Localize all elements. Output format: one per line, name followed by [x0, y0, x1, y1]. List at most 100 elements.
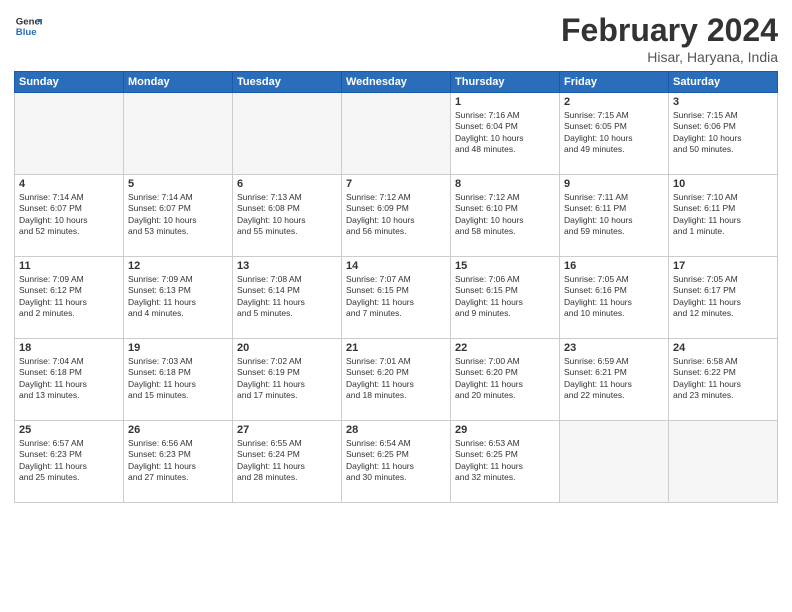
day-cell: 17 Sunrise: 7:05 AM Sunset: 6:17 PM Dayli…	[669, 257, 778, 339]
day-info: Sunrise: 7:09 AM Sunset: 6:13 PM Dayligh…	[128, 274, 228, 320]
day-cell	[233, 93, 342, 175]
day-info: Sunrise: 6:53 AM Sunset: 6:25 PM Dayligh…	[455, 438, 555, 484]
day-cell: 23 Sunrise: 6:59 AM Sunset: 6:21 PM Dayli…	[560, 339, 669, 421]
col-sunday: Sunday	[15, 72, 124, 93]
day-number: 23	[564, 342, 664, 354]
calendar-table: Sunday Monday Tuesday Wednesday Thursday…	[14, 71, 778, 503]
day-cell: 13 Sunrise: 7:08 AM Sunset: 6:14 PM Dayli…	[233, 257, 342, 339]
day-cell: 5 Sunrise: 7:14 AM Sunset: 6:07 PM Daylig…	[124, 175, 233, 257]
day-cell: 27 Sunrise: 6:55 AM Sunset: 6:24 PM Dayli…	[233, 421, 342, 503]
col-monday: Monday	[124, 72, 233, 93]
day-number: 27	[237, 424, 337, 436]
week-row-3: 11 Sunrise: 7:09 AM Sunset: 6:12 PM Dayli…	[15, 257, 778, 339]
day-number: 22	[455, 342, 555, 354]
day-cell: 20Sunrise: 7:02 AM Sunset: 6:19 PM Dayli…	[233, 339, 342, 421]
day-cell: 8 Sunrise: 7:12 AM Sunset: 6:10 PM Daylig…	[451, 175, 560, 257]
day-cell: 10 Sunrise: 7:10 AM Sunset: 6:11 PM Dayli…	[669, 175, 778, 257]
day-cell: 18 Sunrise: 7:04 AM Sunset: 6:18 PM Dayli…	[15, 339, 124, 421]
day-info: Sunrise: 7:11 AM Sunset: 6:11 PM Dayligh…	[564, 192, 664, 238]
col-wednesday: Wednesday	[342, 72, 451, 93]
day-cell	[124, 93, 233, 175]
day-number: 14	[346, 260, 446, 272]
logo-icon: General Blue	[14, 12, 42, 40]
day-number: 10	[673, 178, 773, 190]
day-cell: 28 Sunrise: 6:54 AM Sunset: 6:25 PM Dayli…	[342, 421, 451, 503]
week-row-4: 18 Sunrise: 7:04 AM Sunset: 6:18 PM Dayli…	[15, 339, 778, 421]
day-number: 26	[128, 424, 228, 436]
day-number: 7	[346, 178, 446, 190]
day-info: Sunrise: 7:07 AM Sunset: 6:15 PM Dayligh…	[346, 274, 446, 320]
day-cell: 9Sunrise: 7:11 AM Sunset: 6:11 PM Daylig…	[560, 175, 669, 257]
day-info: Sunrise: 7:14 AM Sunset: 6:07 PM Dayligh…	[128, 192, 228, 238]
day-number: 1	[455, 96, 555, 108]
day-cell: 22Sunrise: 7:00 AM Sunset: 6:20 PM Dayli…	[451, 339, 560, 421]
day-info: Sunrise: 7:06 AM Sunset: 6:15 PM Dayligh…	[455, 274, 555, 320]
day-cell	[15, 93, 124, 175]
day-info: Sunrise: 7:13 AM Sunset: 6:08 PM Dayligh…	[237, 192, 337, 238]
logo: General Blue	[14, 12, 42, 40]
day-info: Sunrise: 7:09 AM Sunset: 6:12 PM Dayligh…	[19, 274, 119, 320]
day-cell: 12Sunrise: 7:09 AM Sunset: 6:13 PM Dayli…	[124, 257, 233, 339]
col-tuesday: Tuesday	[233, 72, 342, 93]
day-number: 28	[346, 424, 446, 436]
day-number: 6	[237, 178, 337, 190]
svg-text:General: General	[16, 16, 42, 27]
day-info: Sunrise: 6:59 AM Sunset: 6:21 PM Dayligh…	[564, 356, 664, 402]
day-cell	[560, 421, 669, 503]
day-cell	[342, 93, 451, 175]
day-number: 15	[455, 260, 555, 272]
day-cell: 11 Sunrise: 7:09 AM Sunset: 6:12 PM Dayli…	[15, 257, 124, 339]
day-cell: 2 Sunrise: 7:15 AM Sunset: 6:05 PM Daylig…	[560, 93, 669, 175]
day-number: 21	[346, 342, 446, 354]
day-number: 8	[455, 178, 555, 190]
day-cell: 15 Sunrise: 7:06 AM Sunset: 6:15 PM Dayli…	[451, 257, 560, 339]
calendar-page: General Blue February 2024 Hisar, Haryan…	[0, 0, 792, 612]
day-number: 18	[19, 342, 119, 354]
day-info: Sunrise: 6:54 AM Sunset: 6:25 PM Dayligh…	[346, 438, 446, 484]
day-cell: 29 Sunrise: 6:53 AM Sunset: 6:25 PM Dayli…	[451, 421, 560, 503]
day-info: Sunrise: 7:05 AM Sunset: 6:17 PM Dayligh…	[673, 274, 773, 320]
day-number: 13	[237, 260, 337, 272]
day-number: 25	[19, 424, 119, 436]
day-number: 5	[128, 178, 228, 190]
week-row-2: 4Sunrise: 7:14 AM Sunset: 6:07 PM Daylig…	[15, 175, 778, 257]
day-cell: 6 Sunrise: 7:13 AM Sunset: 6:08 PM Daylig…	[233, 175, 342, 257]
day-number: 29	[455, 424, 555, 436]
day-cell: 7 Sunrise: 7:12 AM Sunset: 6:09 PM Daylig…	[342, 175, 451, 257]
day-cell: 4Sunrise: 7:14 AM Sunset: 6:07 PM Daylig…	[15, 175, 124, 257]
day-number: 16	[564, 260, 664, 272]
col-saturday: Saturday	[669, 72, 778, 93]
day-number: 19	[128, 342, 228, 354]
day-info: Sunrise: 6:57 AM Sunset: 6:23 PM Dayligh…	[19, 438, 119, 484]
day-cell: 25 Sunrise: 6:57 AM Sunset: 6:23 PM Dayli…	[15, 421, 124, 503]
day-number: 2	[564, 96, 664, 108]
week-row-5: 25 Sunrise: 6:57 AM Sunset: 6:23 PM Dayli…	[15, 421, 778, 503]
day-number: 20	[237, 342, 337, 354]
day-info: Sunrise: 6:56 AM Sunset: 6:23 PM Dayligh…	[128, 438, 228, 484]
day-info: Sunrise: 7:12 AM Sunset: 6:09 PM Dayligh…	[346, 192, 446, 238]
day-number: 24	[673, 342, 773, 354]
day-info: Sunrise: 6:55 AM Sunset: 6:24 PM Dayligh…	[237, 438, 337, 484]
week-row-1: 1Sunrise: 7:16 AM Sunset: 6:04 PM Daylig…	[15, 93, 778, 175]
day-info: Sunrise: 7:12 AM Sunset: 6:10 PM Dayligh…	[455, 192, 555, 238]
location: Hisar, Haryana, India	[561, 49, 778, 65]
day-info: Sunrise: 7:03 AM Sunset: 6:18 PM Dayligh…	[128, 356, 228, 402]
day-cell: 21 Sunrise: 7:01 AM Sunset: 6:20 PM Dayli…	[342, 339, 451, 421]
svg-text:Blue: Blue	[16, 27, 37, 38]
day-info: Sunrise: 7:10 AM Sunset: 6:11 PM Dayligh…	[673, 192, 773, 238]
col-thursday: Thursday	[451, 72, 560, 93]
day-info: Sunrise: 7:15 AM Sunset: 6:05 PM Dayligh…	[564, 110, 664, 156]
day-info: Sunrise: 7:08 AM Sunset: 6:14 PM Dayligh…	[237, 274, 337, 320]
day-info: Sunrise: 6:58 AM Sunset: 6:22 PM Dayligh…	[673, 356, 773, 402]
day-info: Sunrise: 7:01 AM Sunset: 6:20 PM Dayligh…	[346, 356, 446, 402]
title-block: February 2024 Hisar, Haryana, India	[561, 12, 778, 65]
day-info: Sunrise: 7:04 AM Sunset: 6:18 PM Dayligh…	[19, 356, 119, 402]
day-cell	[669, 421, 778, 503]
day-cell: 19 Sunrise: 7:03 AM Sunset: 6:18 PM Dayli…	[124, 339, 233, 421]
day-cell: 26 Sunrise: 6:56 AM Sunset: 6:23 PM Dayli…	[124, 421, 233, 503]
day-number: 17	[673, 260, 773, 272]
day-cell: 1Sunrise: 7:16 AM Sunset: 6:04 PM Daylig…	[451, 93, 560, 175]
col-friday: Friday	[560, 72, 669, 93]
day-number: 11	[19, 260, 119, 272]
header-row: Sunday Monday Tuesday Wednesday Thursday…	[15, 72, 778, 93]
